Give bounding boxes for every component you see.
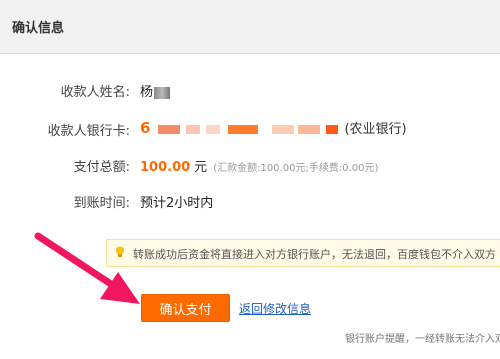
pointer-arrow-icon (34, 232, 140, 304)
confirm-info-panel: 确认信息 收款人姓名: 杨 收款人银行卡: 6 (农业银行) 支付总额: 100.… (0, 0, 500, 359)
